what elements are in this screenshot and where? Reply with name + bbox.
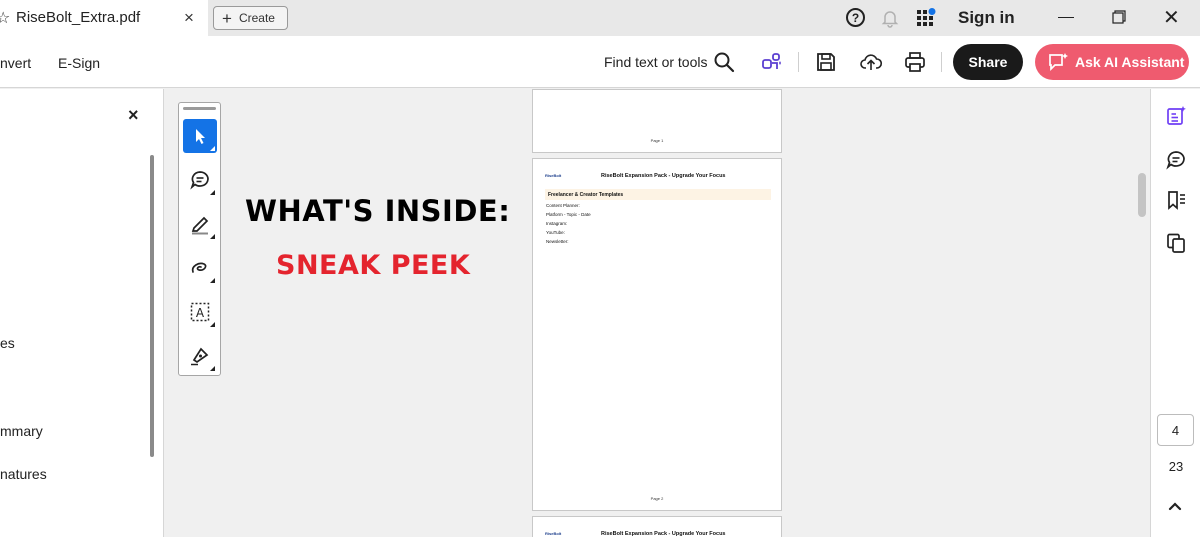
tool-menu-corner (210, 146, 215, 151)
text-box-icon: A (190, 302, 210, 322)
pen-nib-icon (191, 347, 209, 366)
tab-close-icon[interactable]: × (184, 8, 194, 28)
select-tool[interactable] (183, 119, 217, 153)
toolbar-separator (798, 52, 799, 72)
svg-text:A: A (196, 306, 205, 320)
ask-ai-label: Ask AI Assistant (1075, 54, 1185, 70)
main-toolbar: nvert E-Sign Find text or tools Share As… (0, 36, 1200, 88)
tool-menu-corner (210, 234, 215, 239)
ask-ai-assistant-button[interactable]: Ask AI Assistant (1035, 44, 1189, 80)
panel-close-icon[interactable]: × (128, 105, 139, 126)
comment-icon (190, 171, 209, 190)
page-title: RiseBolt Expansion Pack - Upgrade Your F… (601, 531, 726, 537)
brand-logo: RiseBolt (545, 531, 562, 536)
comments-panel-icon[interactable] (1165, 149, 1187, 171)
highlight-tool[interactable] (183, 207, 217, 241)
pdf-page-1[interactable]: Page 1 (532, 89, 782, 153)
tab-title: RiseBolt_Extra.pdf (16, 9, 141, 26)
page-subheadline: SNEAK PEEK (276, 250, 471, 281)
pdf-page-2[interactable]: RiseBolt RiseBolt Expansion Pack - Upgra… (532, 158, 782, 511)
palette-drag-handle[interactable] (183, 107, 216, 110)
list-item: Instagram: (546, 221, 568, 226)
draw-tool[interactable] (183, 251, 217, 285)
document-scrollbar[interactable] (1138, 173, 1146, 217)
sign-tool[interactable] (183, 339, 217, 373)
page-number: Page 1 (650, 138, 664, 143)
current-page-input[interactable]: 4 (1157, 414, 1194, 446)
freehand-draw-icon (191, 262, 207, 273)
find-text-label[interactable]: Find text or tools (604, 54, 708, 70)
create-label: Create (238, 11, 275, 25)
share-button[interactable]: Share (953, 44, 1023, 80)
cursor-arrow-icon (196, 129, 205, 144)
brand-logo: RiseBolt (545, 173, 562, 178)
toolbar-separator (941, 52, 942, 72)
panel-item[interactable]: mmary (0, 423, 43, 439)
tools-palette: A (178, 102, 221, 376)
list-item: Platform - Topic - Date (546, 212, 591, 217)
left-panel: × es mmary natures (0, 89, 164, 537)
panel-scrollbar[interactable] (150, 155, 154, 457)
print-icon[interactable] (903, 50, 927, 74)
sign-in-link[interactable]: Sign in (958, 8, 1015, 28)
bell-icon[interactable] (879, 7, 901, 29)
save-icon[interactable] (814, 50, 838, 74)
tool-menu-corner (210, 278, 215, 283)
plus-icon: + (222, 8, 232, 28)
search-icon[interactable] (712, 50, 736, 74)
window-close-icon[interactable]: ✕ (1163, 5, 1180, 30)
help-icon[interactable]: ? (846, 8, 865, 27)
ai-assistant-icon (1049, 53, 1068, 72)
tool-menu-corner (210, 366, 215, 371)
star-icon[interactable]: ☆ (0, 8, 10, 28)
restore-icon[interactable] (1112, 10, 1126, 24)
bookmarks-icon[interactable] (1165, 189, 1187, 211)
list-item: YouTube: (546, 230, 565, 235)
document-tab[interactable]: ☆ RiseBolt_Extra.pdf × (0, 0, 208, 36)
page-number: Page 2 (650, 496, 664, 501)
chevron-up-icon[interactable] (1166, 499, 1184, 513)
text-box-tool[interactable]: A (183, 295, 217, 329)
apps-grid-icon[interactable] (915, 7, 937, 29)
right-rail: 4 23 (1138, 89, 1200, 537)
panel-item[interactable]: es (0, 335, 15, 351)
document-viewport[interactable]: WHAT'S INSIDE: SNEAK PEEK Page 1 RiseBol… (165, 89, 1150, 537)
list-item: Newsletter: (546, 239, 569, 244)
page-title: RiseBolt Expansion Pack - Upgrade Your F… (601, 173, 726, 179)
tool-menu-corner (210, 190, 215, 195)
menu-convert[interactable]: nvert (0, 55, 31, 71)
highlighter-icon (191, 216, 209, 235)
cloud-upload-icon[interactable] (859, 50, 883, 74)
page-thumbnails-icon[interactable] (1165, 232, 1187, 254)
title-bar: ☆ RiseBolt_Extra.pdf × + Create ? Sign i… (0, 0, 1200, 36)
ai-tools-icon[interactable] (760, 50, 784, 74)
pdf-page-3[interactable]: RiseBolt RiseBolt Expansion Pack - Upgra… (532, 516, 782, 537)
comment-tool[interactable] (183, 163, 217, 197)
list-item: Content Planner: (546, 203, 580, 208)
section-heading: Freelancer & Creator Templates (545, 189, 771, 200)
menu-e-sign[interactable]: E-Sign (58, 55, 100, 71)
panel-item[interactable]: natures (0, 466, 47, 482)
create-button[interactable]: + Create (213, 6, 288, 30)
minimize-icon[interactable] (1058, 17, 1074, 18)
ai-summary-icon[interactable] (1165, 105, 1187, 127)
tool-menu-corner (210, 322, 215, 327)
page-headline: WHAT'S INSIDE: (245, 194, 511, 228)
total-pages: 23 (1168, 459, 1184, 474)
